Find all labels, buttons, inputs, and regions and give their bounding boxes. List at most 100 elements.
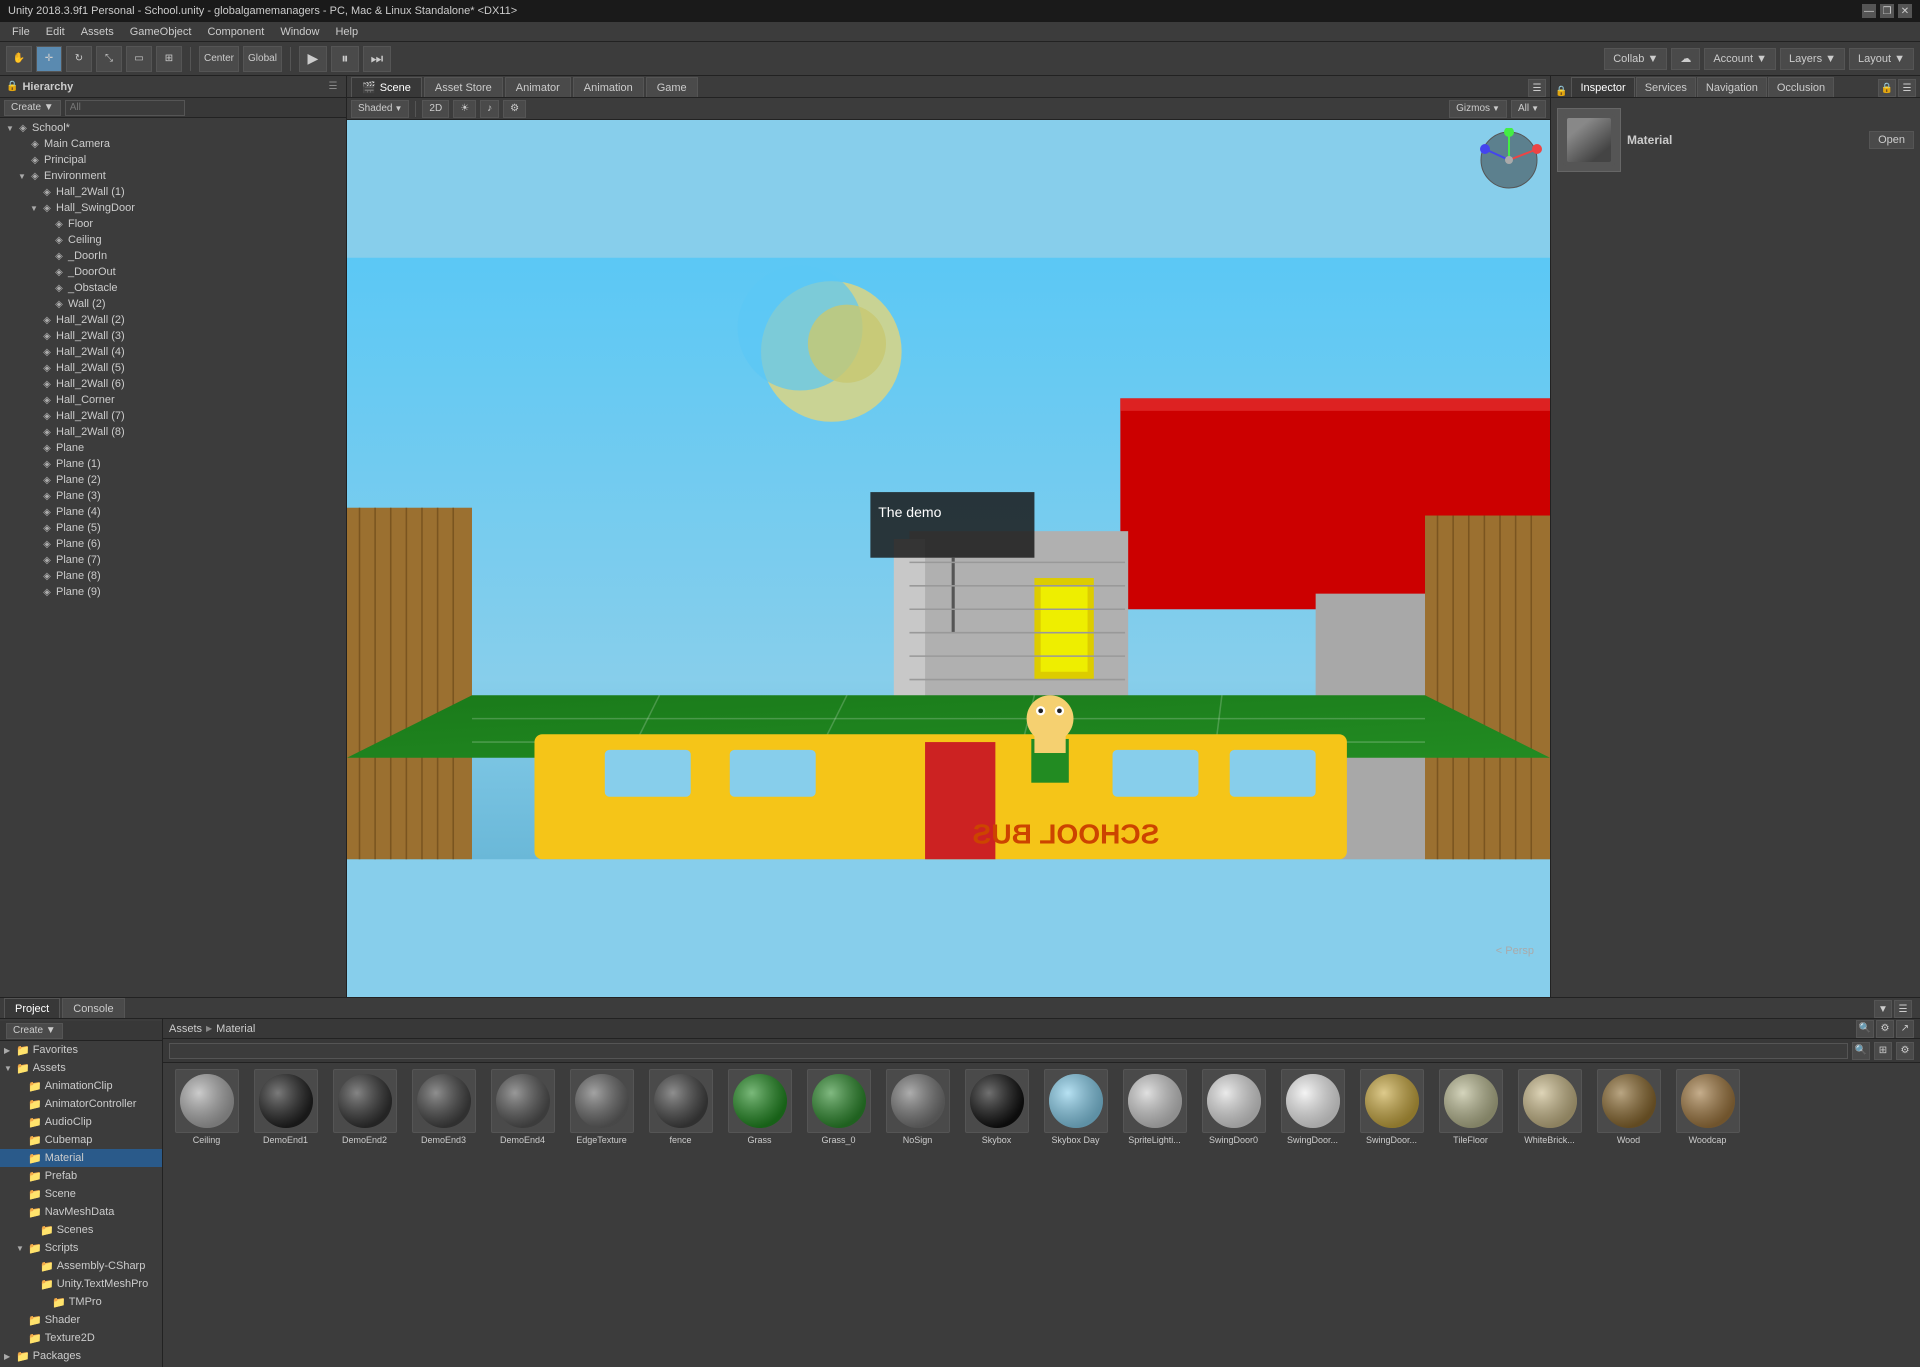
- hierarchy-item-plane[interactable]: ◈Plane: [0, 440, 346, 456]
- menu-gameobject[interactable]: GameObject: [122, 24, 200, 40]
- minimize-button[interactable]: —: [1862, 4, 1876, 18]
- shaded-btn[interactable]: Shaded ▼: [351, 100, 409, 118]
- hierarchy-item-hall2wall6[interactable]: ◈Hall_2Wall (6): [0, 376, 346, 392]
- asset-item-demoEnd4[interactable]: DemoEnd4: [485, 1069, 560, 1145]
- hierarchy-item-mainCamera[interactable]: ◈Main Camera: [0, 136, 346, 152]
- asset-item-swingDoor[interactable]: SwingDoor...: [1275, 1069, 1350, 1145]
- breadcrumb-assets[interactable]: Assets: [169, 1023, 202, 1035]
- search-btn[interactable]: 🔍: [1856, 1020, 1874, 1038]
- project-item-assemblyCSharp[interactable]: 📁Assembly-CSharp: [0, 1257, 162, 1275]
- hierarchy-item-plane7[interactable]: ◈Plane (7): [0, 552, 346, 568]
- hierarchy-item-hallCorner[interactable]: ◈Hall_Corner: [0, 392, 346, 408]
- tab-console[interactable]: Console: [62, 998, 124, 1018]
- hierarchy-item-hall2wall5[interactable]: ◈Hall_2Wall (5): [0, 360, 346, 376]
- project-item-animationClip[interactable]: 📁AnimationClip: [0, 1077, 162, 1095]
- light-btn[interactable]: ☀: [453, 100, 476, 118]
- layout-button[interactable]: Layout ▼: [1849, 48, 1914, 70]
- fx-btn[interactable]: ⚙: [503, 100, 526, 118]
- layers-button[interactable]: Layers ▼: [1780, 48, 1845, 70]
- menu-file[interactable]: File: [4, 24, 38, 40]
- project-item-prefab[interactable]: 📁Prefab: [0, 1167, 162, 1185]
- hierarchy-item-hallSwingDoor[interactable]: ▼◈Hall_SwingDoor: [0, 200, 346, 216]
- asset-item-demoEnd2[interactable]: DemoEnd2: [327, 1069, 402, 1145]
- asset-item-wood[interactable]: Wood: [1591, 1069, 1666, 1145]
- hierarchy-item-hall2wall7[interactable]: ◈Hall_2Wall (7): [0, 408, 346, 424]
- tab-animation[interactable]: Animation: [573, 77, 644, 97]
- open-button[interactable]: Open: [1869, 131, 1914, 149]
- asset-item-whiteBrick[interactable]: WhiteBrick...: [1512, 1069, 1587, 1145]
- bottom-menu-btn[interactable]: ☰: [1894, 1000, 1912, 1018]
- asset-item-skybox[interactable]: Skybox: [959, 1069, 1034, 1145]
- menu-help[interactable]: Help: [327, 24, 366, 40]
- bottom-collapse-btn[interactable]: ▼: [1874, 1000, 1892, 1018]
- asset-item-grass[interactable]: Grass: [722, 1069, 797, 1145]
- project-item-audioClip[interactable]: 📁AudioClip: [0, 1113, 162, 1131]
- scene-panel-menu[interactable]: ☰: [1528, 79, 1546, 97]
- hierarchy-item-school[interactable]: ▼◈School*: [0, 120, 346, 136]
- project-item-tmPro[interactable]: 📁TMPro: [0, 1293, 162, 1311]
- pause-button[interactable]: ⏸: [331, 46, 359, 72]
- tab-occlusion[interactable]: Occlusion: [1768, 77, 1834, 97]
- asset-item-fence[interactable]: fence: [643, 1069, 718, 1145]
- menu-component[interactable]: Component: [199, 24, 272, 40]
- project-item-material[interactable]: 📁Material: [0, 1149, 162, 1167]
- hierarchy-item-plane5[interactable]: ◈Plane (5): [0, 520, 346, 536]
- project-search-input[interactable]: [169, 1043, 1848, 1059]
- cloud-button[interactable]: ☁: [1671, 48, 1700, 70]
- hierarchy-item-plane4[interactable]: ◈Plane (4): [0, 504, 346, 520]
- hierarchy-item-plane1[interactable]: ◈Plane (1): [0, 456, 346, 472]
- hierarchy-item-doorIn[interactable]: ◈_DoorIn: [0, 248, 346, 264]
- menu-window[interactable]: Window: [272, 24, 327, 40]
- project-item-animatorController[interactable]: 📁AnimatorController: [0, 1095, 162, 1113]
- asset-item-woodcap[interactable]: Woodcap: [1670, 1069, 1745, 1145]
- tab-game[interactable]: Game: [646, 77, 698, 97]
- project-create-btn[interactable]: Create ▼: [6, 1023, 63, 1039]
- asset-item-grass0[interactable]: Grass_0: [801, 1069, 876, 1145]
- tab-navigation[interactable]: Navigation: [1697, 77, 1767, 97]
- pivot-button[interactable]: Center: [199, 46, 239, 72]
- hierarchy-item-wall2[interactable]: ◈Wall (2): [0, 296, 346, 312]
- menu-assets[interactable]: Assets: [73, 24, 122, 40]
- all-btn[interactable]: All ▼: [1511, 100, 1546, 118]
- right-panel-menu-btn[interactable]: ☰: [1898, 79, 1916, 97]
- maximize-button[interactable]: ❐: [1880, 4, 1894, 18]
- asset-item-skyboxDay[interactable]: Skybox Day: [1038, 1069, 1113, 1145]
- project-item-cubemap[interactable]: 📁Cubemap: [0, 1131, 162, 1149]
- hierarchy-item-ceiling[interactable]: ◈Ceiling: [0, 232, 346, 248]
- tab-asset-store[interactable]: Asset Store: [424, 77, 503, 97]
- project-item-texture2D[interactable]: 📁Texture2D: [0, 1329, 162, 1347]
- hierarchy-item-doorOut[interactable]: ◈_DoorOut: [0, 264, 346, 280]
- account-button[interactable]: Account ▼: [1704, 48, 1776, 70]
- project-item-navMeshData[interactable]: 📁NavMeshData: [0, 1203, 162, 1221]
- hierarchy-menu-icon[interactable]: ☰: [326, 80, 340, 94]
- filter-btn[interactable]: ⚙: [1876, 1020, 1894, 1038]
- hierarchy-item-hall2wall2[interactable]: ◈Hall_2Wall (2): [0, 312, 346, 328]
- gizmos-btn[interactable]: Gizmos ▼: [1449, 100, 1507, 118]
- right-panel-lock-btn[interactable]: 🔒: [1878, 79, 1896, 97]
- project-item-scenes[interactable]: 📁Scenes: [0, 1221, 162, 1239]
- hierarchy-item-hall2wall8[interactable]: ◈Hall_2Wall (8): [0, 424, 346, 440]
- asset-item-swingDoor2[interactable]: SwingDoor...: [1354, 1069, 1429, 1145]
- move-tool[interactable]: ✛: [36, 46, 62, 72]
- hierarchy-create-btn[interactable]: Create ▼: [4, 100, 61, 116]
- audio-btn[interactable]: ♪: [480, 100, 499, 118]
- asset-item-tileFloor[interactable]: TileFloor: [1433, 1069, 1508, 1145]
- scale-tool[interactable]: ⤡: [96, 46, 122, 72]
- expand-btn[interactable]: ↗: [1896, 1020, 1914, 1038]
- hierarchy-item-hall2wall1[interactable]: ◈Hall_2Wall (1): [0, 184, 346, 200]
- tab-services[interactable]: Services: [1636, 77, 1696, 97]
- hierarchy-item-plane6[interactable]: ◈Plane (6): [0, 536, 346, 552]
- tab-animator[interactable]: Animator: [505, 77, 571, 97]
- hierarchy-item-hall2wall4[interactable]: ◈Hall_2Wall (4): [0, 344, 346, 360]
- combo-tool[interactable]: ⊞: [156, 46, 182, 72]
- project-item-packages[interactable]: ▶📁Packages: [0, 1347, 162, 1365]
- menu-edit[interactable]: Edit: [38, 24, 73, 40]
- global-button[interactable]: Global: [243, 46, 282, 72]
- hierarchy-item-principal[interactable]: ◈Principal: [0, 152, 346, 168]
- project-item-assets[interactable]: ▼📁Assets: [0, 1059, 162, 1077]
- rect-tool[interactable]: ▭: [126, 46, 152, 72]
- asset-item-ceiling[interactable]: Ceiling: [169, 1069, 244, 1145]
- project-view-toggle[interactable]: ⊞: [1874, 1042, 1892, 1060]
- breadcrumb-material[interactable]: Material: [216, 1023, 255, 1035]
- hierarchy-item-plane8[interactable]: ◈Plane (8): [0, 568, 346, 584]
